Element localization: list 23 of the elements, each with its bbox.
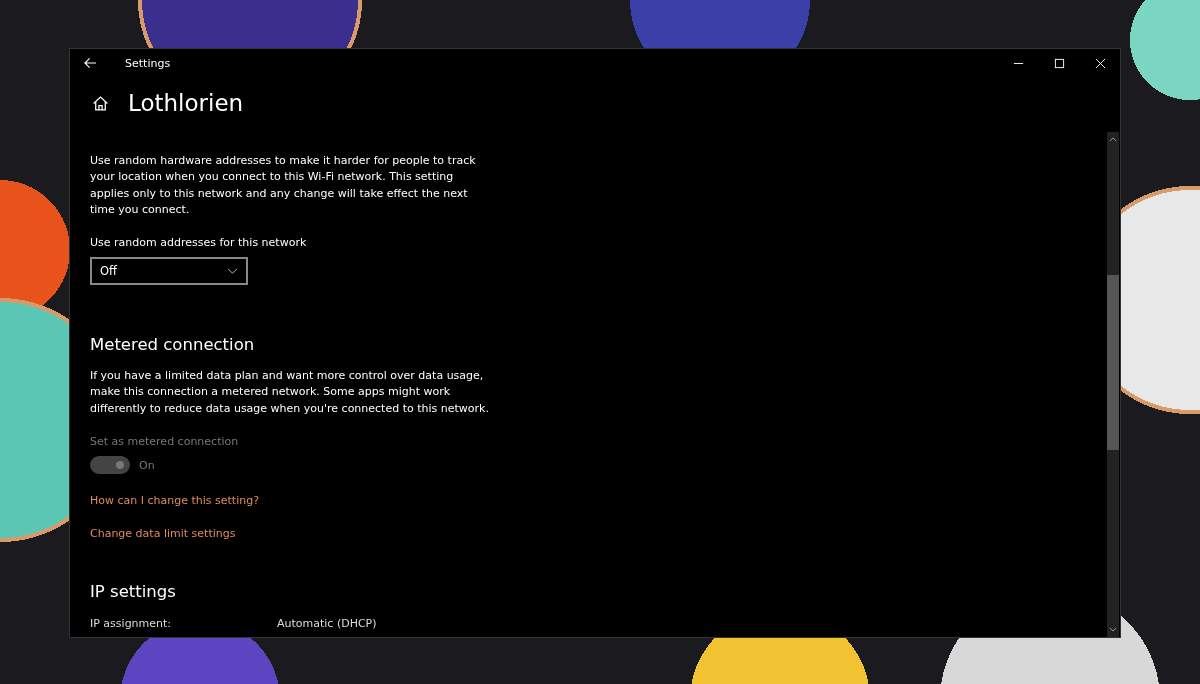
page-title: Lothlorien xyxy=(128,90,244,116)
section-heading: Metered connection xyxy=(90,335,256,355)
back-arrow-icon[interactable] xyxy=(84,57,97,69)
description-text: Use random hardware addresses to make it harder for people to track your location when you connect to this Wi-Fi network. This setting applies only to this network and any change will take effect the next time you connect. xyxy=(90,153,477,218)
toggle-label: Set as metered connection xyxy=(90,435,240,449)
scroll-up-icon[interactable] xyxy=(1109,137,1117,142)
scrollbar[interactable] xyxy=(1107,132,1119,637)
ip-value: Automatic (DHCP) xyxy=(277,617,377,631)
home-icon[interactable] xyxy=(92,94,109,112)
description-text: If you have a limited data plan and want more control over data usage, make this connection a metered network. Some apps might work differently to reduce data usage when you're connected to this network. xyxy=(90,368,490,417)
maximize-icon[interactable] xyxy=(1054,57,1065,69)
scroll-down-icon[interactable] xyxy=(1109,627,1117,632)
section-heading: IP settings xyxy=(90,582,177,602)
settings-link[interactable]: How can I change this setting? xyxy=(90,494,259,508)
random-address-dropdown[interactable]: Off xyxy=(90,257,248,286)
settings-link[interactable]: Change data limit settings xyxy=(90,527,236,541)
dropdown-label: Use random addresses for this network xyxy=(90,236,308,250)
scrollbar-thumb[interactable] xyxy=(1107,275,1119,450)
close-icon[interactable] xyxy=(1095,57,1106,69)
toggle-state: On xyxy=(139,458,155,472)
ip-label: IP assignment: xyxy=(90,617,173,631)
chevron-down-icon xyxy=(227,267,238,275)
window-title: Settings xyxy=(125,56,171,70)
